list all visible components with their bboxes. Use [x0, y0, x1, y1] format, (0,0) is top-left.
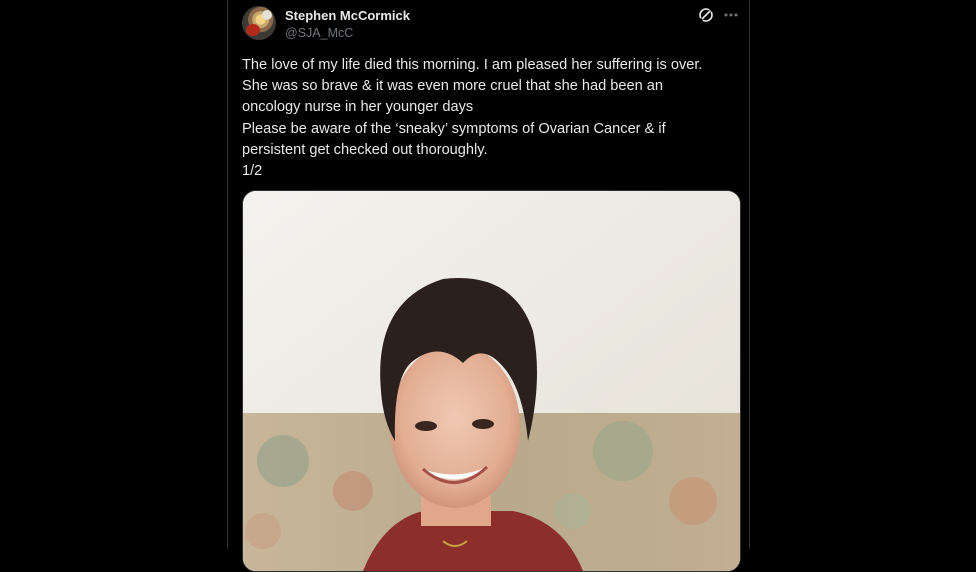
- author-name[interactable]: Stephen McCormick: [285, 8, 410, 23]
- tweet-text-line: She was so brave & it was even more crue…: [242, 78, 664, 95]
- more-icon[interactable]: [722, 6, 740, 24]
- tweet-text-line: oncology nurse in her younger days: [242, 99, 474, 116]
- avatar[interactable]: [242, 6, 276, 40]
- avatar-detail: [262, 10, 272, 20]
- tweet-column: Stephen McCormick @SJA_McC The love of m…: [227, 0, 750, 572]
- tweet-text-line: The love of my life died this morning. I…: [242, 57, 703, 73]
- tweet-text-line: 1/2: [242, 163, 263, 180]
- author-handle[interactable]: @SJA_McC: [285, 26, 353, 40]
- tweet-photo[interactable]: [242, 190, 741, 572]
- avatar-detail: [246, 24, 260, 36]
- tweet-text-line: Please be aware of the ‘sneaky’ symptoms…: [242, 120, 666, 137]
- tweet-text: The love of my life died this morning. I…: [242, 55, 737, 182]
- grok-icon[interactable]: [698, 7, 714, 23]
- photo-of-woman-smiling: [243, 191, 740, 571]
- tweet-text-line: persistent get checked out thoroughly.: [242, 141, 488, 158]
